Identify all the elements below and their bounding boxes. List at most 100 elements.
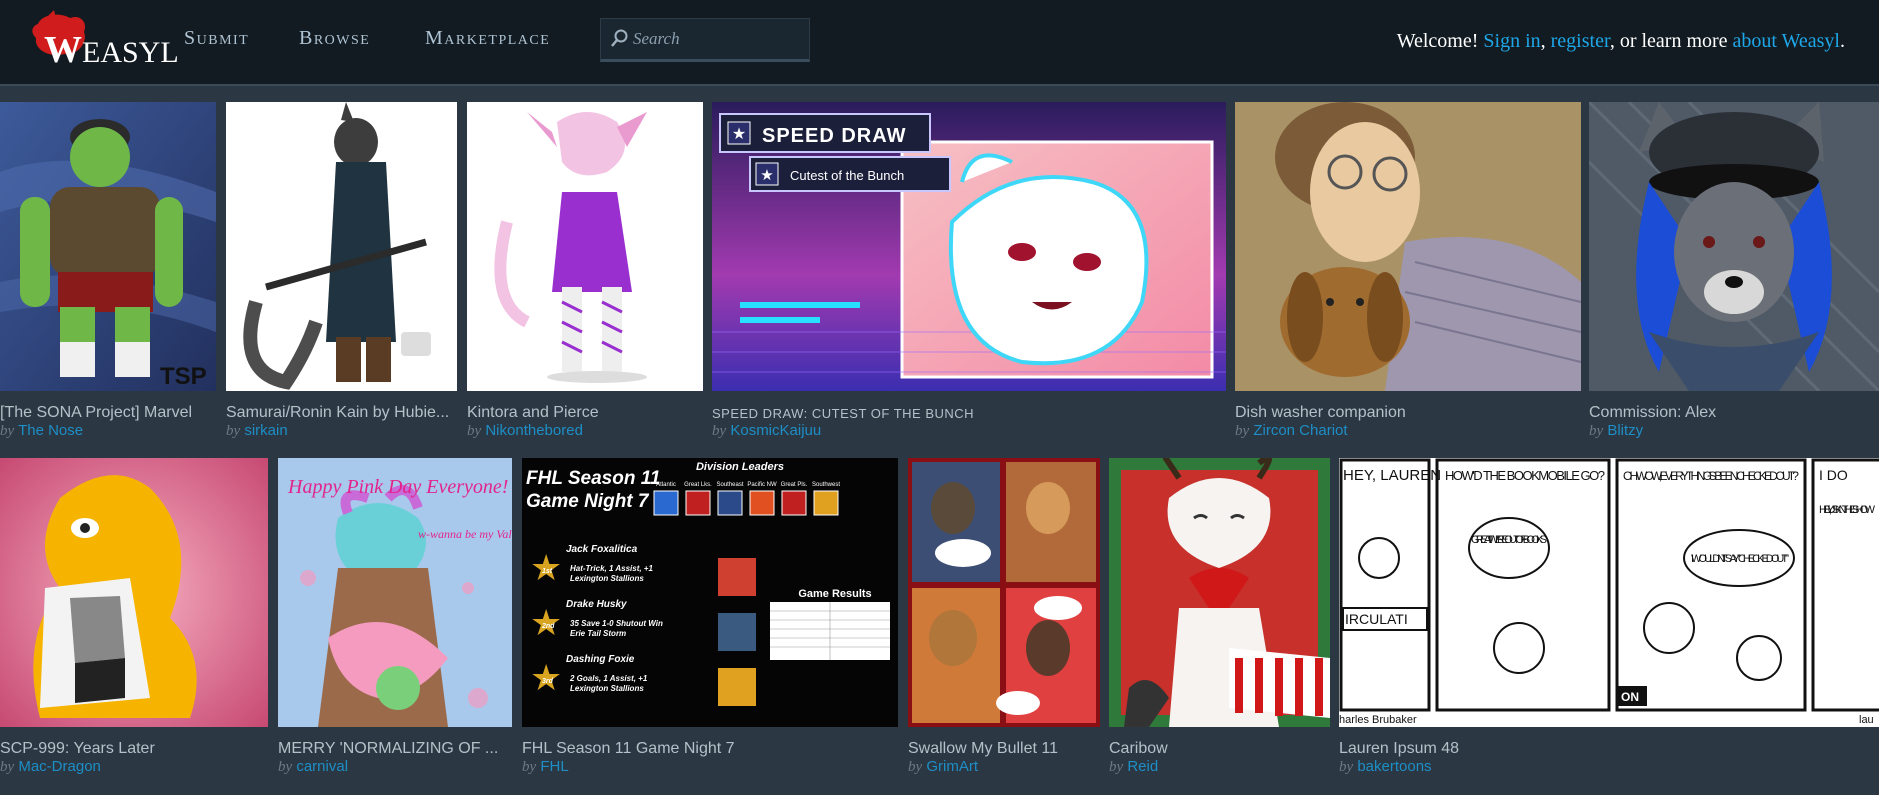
submission-title[interactable]: Commission: Alex xyxy=(1589,404,1879,422)
submission-byline: by GrimArt xyxy=(908,758,979,775)
fhl-division-label: Pacific NW xyxy=(747,482,777,488)
artist-link[interactable]: KosmicKaijuu xyxy=(730,422,821,439)
thumbnail-art: ★ SPEED DRAW ★ Cutest of the Bunch xyxy=(712,102,1226,391)
artist-link[interactable]: The Nose xyxy=(18,422,83,439)
nav-submit[interactable]: Submit xyxy=(184,27,249,50)
comic-text: I DO xyxy=(1819,467,1848,483)
submission-title[interactable]: Dish washer companion xyxy=(1235,404,1581,422)
weasyl-logo[interactable]: WEASYL xyxy=(28,10,179,71)
artist-link[interactable]: FHL xyxy=(540,758,568,775)
thumbnail-art xyxy=(1109,458,1330,727)
comic-text: HEY, LAUREN xyxy=(1343,467,1441,484)
thumbnail-caribow[interactable] xyxy=(1109,458,1330,727)
comic-credit: harles Brubaker xyxy=(1339,714,1417,726)
fhl-star-name: Drake Husky xyxy=(566,599,627,610)
comic-text: GREAT! WE'RE OUT OF BOOKS xyxy=(1471,534,1547,546)
thumbnail-dish-washer[interactable] xyxy=(1235,102,1581,391)
about-weasyl-link[interactable]: about Weasyl xyxy=(1733,30,1840,52)
thumbnail-art: TSP xyxy=(0,102,216,391)
artist-link[interactable]: sirkain xyxy=(244,422,287,439)
fhl-star-stat: Hat-Trick, 1 Assist, +1 xyxy=(570,564,653,573)
thumbnail-fhl[interactable]: FHL Season 11 Game Night 7 Division Lead… xyxy=(522,458,898,727)
submission-title[interactable]: Caribow xyxy=(1109,740,1330,758)
thumbnail-samurai[interactable] xyxy=(226,102,457,391)
artist-link[interactable]: Blitzy xyxy=(1607,422,1643,439)
welcome-prefix: Welcome! xyxy=(1396,30,1479,52)
submission-title[interactable]: Lauren Ipsum 48 xyxy=(1339,740,1879,758)
artist-link[interactable]: Zircon Chariot xyxy=(1253,422,1347,439)
thumbnail-marvel[interactable]: TSP xyxy=(0,102,216,391)
submission-byline: by FHL xyxy=(522,758,569,775)
valentine-text-2: w-wanna be my Valentine? xyxy=(418,527,512,541)
fhl-division-label: Great Pls. xyxy=(781,482,808,488)
submission-byline: by Mac-Dragon xyxy=(0,758,101,775)
submission-title[interactable]: Swallow My Bullet 11 xyxy=(908,740,1100,758)
thumbnail-merry-normalizing[interactable]: Happy Pink Day Everyone! w-wanna be my V… xyxy=(278,458,512,727)
thumbnail-art xyxy=(1235,102,1581,391)
artist-link[interactable]: Nikonthebored xyxy=(485,422,583,439)
fhl-star-stat: 35 Save 1-0 Shutout Win xyxy=(570,619,663,628)
submission-byline: by Zircon Chariot xyxy=(1235,422,1348,439)
artist-link[interactable]: GrimArt xyxy=(926,758,978,775)
search-input[interactable] xyxy=(631,25,805,53)
team-logo-icon xyxy=(813,490,839,516)
thumbnail-art xyxy=(1589,102,1879,391)
thumbnail-commission-alex[interactable] xyxy=(1589,102,1879,391)
fhl-division-label: Great Lks. xyxy=(684,482,712,488)
thumbnail-art: FHL Season 11 Game Night 7 Division Lead… xyxy=(522,458,898,727)
fhl-stars: ★1stJack FoxaliticaHat-Trick, 1 Assist, … xyxy=(530,544,663,698)
artist-link[interactable]: bakertoons xyxy=(1357,758,1431,775)
fhl-division-label: Atlantic xyxy=(656,482,676,488)
artist-link[interactable]: Mac-Dragon xyxy=(18,758,101,775)
welcome-comma: , xyxy=(1540,30,1546,52)
fhl-star-team: Erie Tail Storm xyxy=(570,629,626,638)
submission-title[interactable]: FHL Season 11 Game Night 7 xyxy=(522,740,898,758)
comic-text: I WOULDN'T SAY "CHECKED OUT" xyxy=(1691,553,1789,565)
thumbnail-art: Happy Pink Day Everyone! w-wanna be my V… xyxy=(278,458,512,727)
comic-credit-2: lau xyxy=(1859,714,1874,726)
submission-byline: by sirkain xyxy=(226,422,288,439)
submission-title[interactable]: Samurai/Ronin Kain by Hubie... xyxy=(226,404,457,422)
fhl-division-label: Southwest xyxy=(812,482,840,488)
nav-marketplace[interactable]: Marketplace xyxy=(425,27,550,50)
thumbnail-speed-draw[interactable]: ★ SPEED DRAW ★ Cutest of the Bunch xyxy=(712,102,1226,391)
submission-title[interactable]: SCP-999: Years Later xyxy=(0,740,268,758)
svg-text:★: ★ xyxy=(732,126,746,143)
submission-byline: by Nikonthebored xyxy=(467,422,583,439)
submission-byline: by Reid xyxy=(1109,758,1159,775)
fhl-heading-2: Game Night 7 xyxy=(526,491,650,512)
comic-text: HEY, US KN THE SHOW xyxy=(1819,504,1876,516)
comic-sign: IRCULATI xyxy=(1345,611,1408,627)
fhl-star-stat: 2 Goals, 1 Assist, +1 xyxy=(569,674,648,683)
fhl-results-title: Game Results xyxy=(798,588,871,600)
comic-text: ON xyxy=(1621,690,1639,704)
artist-link[interactable]: Reid xyxy=(1127,758,1158,775)
fhl-star-name: Jack Foxalitica xyxy=(566,544,638,555)
comic-text: OH WOW, EVERYTHING'S BEEN CHECKED OUT? xyxy=(1623,469,1799,483)
thumbnail-swallow-my-bullet[interactable] xyxy=(908,458,1100,727)
team-logo-icon xyxy=(781,490,807,516)
submission-byline: by KosmicKaijuu xyxy=(712,422,822,439)
thumb-overlay-text: TSP xyxy=(160,363,207,390)
valentine-text: Happy Pink Day Everyone! xyxy=(287,476,508,498)
fhl-star-name: Dashing Foxie xyxy=(566,654,635,665)
register-link[interactable]: register xyxy=(1551,30,1610,52)
thumbnail-lauren-ipsum[interactable]: HEY, LAUREN HOW'D THE BOOKMOBILE GO? GRE… xyxy=(1339,458,1879,727)
sign-in-link[interactable]: Sign in xyxy=(1483,30,1540,52)
submission-title[interactable]: SPEED DRAW: CUTEST OF THE BUNCH xyxy=(712,406,1226,421)
submission-byline: by The Nose xyxy=(0,422,84,439)
thumbnail-kintora[interactable] xyxy=(467,102,703,391)
thumbnail-art xyxy=(908,458,1100,727)
nav-browse[interactable]: Browse xyxy=(299,27,370,50)
search-box[interactable] xyxy=(600,18,810,62)
welcome-middle: , or learn more xyxy=(1609,30,1728,52)
submission-title[interactable]: MERRY 'NORMALIZING OF ... xyxy=(278,740,512,758)
team-logo-icon xyxy=(653,490,679,516)
speed-draw-label: SPEED DRAW xyxy=(762,125,906,147)
fhl-heading-1: FHL Season 11 xyxy=(526,468,660,489)
artist-link[interactable]: carnival xyxy=(296,758,348,775)
submission-title[interactable]: Kintora and Pierce xyxy=(467,404,703,422)
submission-title[interactable]: [The SONA Project] Marvel xyxy=(0,404,216,422)
cutest-label: Cutest of the Bunch xyxy=(790,168,904,183)
thumbnail-scp-999[interactable] xyxy=(0,458,268,727)
